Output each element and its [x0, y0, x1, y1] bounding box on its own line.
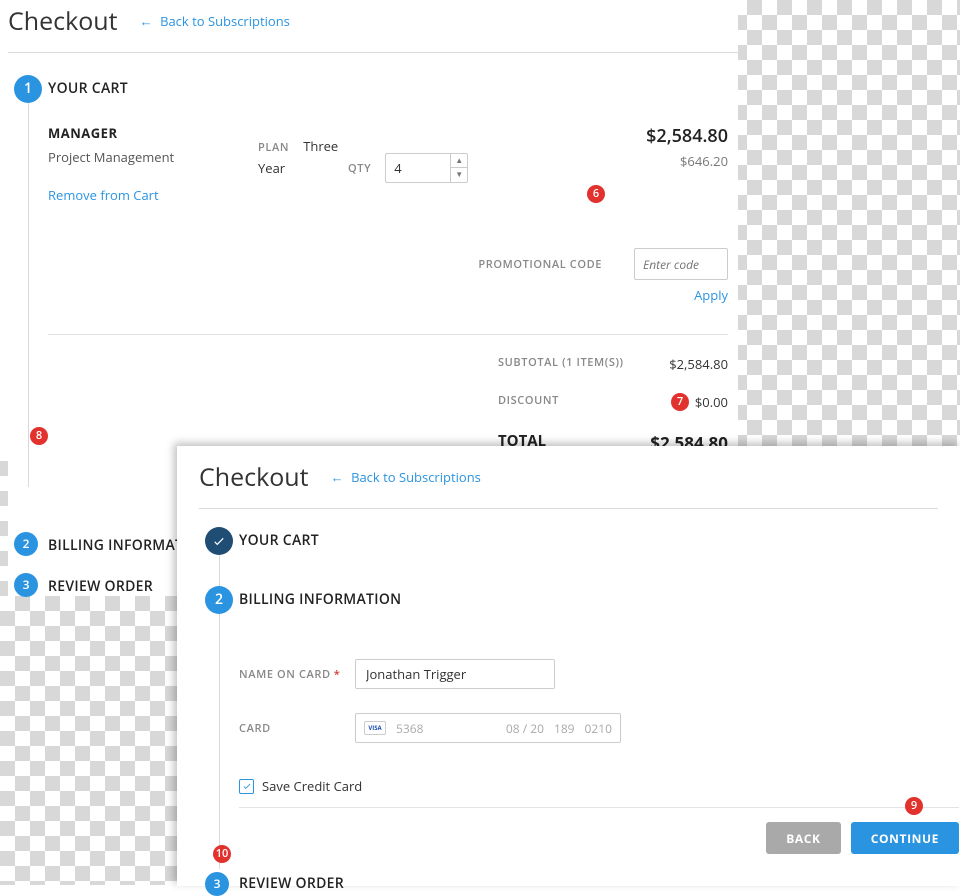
card-zip: 0210: [585, 720, 612, 737]
back-to-subscriptions-link[interactable]: ← Back to Subscriptions: [140, 12, 290, 30]
step-title-cart: YOUR CART: [239, 531, 938, 550]
step-title-review: REVIEW ORDER: [239, 874, 938, 893]
save-card-checkbox[interactable]: [239, 779, 254, 794]
step-badge-1: 1: [14, 75, 42, 103]
remove-from-cart-link[interactable]: Remove from Cart: [48, 186, 258, 204]
product-name: MANAGER: [48, 124, 258, 142]
qty-label: QTY: [348, 161, 371, 176]
check-icon: [212, 534, 226, 548]
annotation-badge-7: 7: [671, 393, 689, 411]
qty-down-icon[interactable]: ▼: [451, 168, 467, 182]
page-title: Checkout: [199, 460, 309, 494]
annotation-badge-9: 9: [905, 797, 923, 815]
back-link-text: Back to Subscriptions: [160, 12, 290, 30]
step-connector-line: [28, 87, 29, 487]
name-on-card-label: NAME ON CARD*: [239, 667, 355, 682]
header-divider: [199, 508, 938, 509]
checkout-panel-billing: Checkout ← Back to Subscriptions YOUR CA…: [177, 446, 960, 886]
step-badge-3: 3: [205, 872, 229, 896]
card-number-fragment: 5368: [396, 720, 423, 737]
continue-button[interactable]: CONTINUE: [851, 822, 959, 854]
card-number-input[interactable]: VISA 5368 08 / 20 189 0210: [355, 713, 621, 743]
save-card-label: Save Credit Card: [262, 777, 362, 795]
step-badge-check: [205, 527, 233, 555]
back-to-subscriptions-link[interactable]: ← Back to Subscriptions: [331, 468, 481, 486]
arrow-left-icon: ←: [140, 12, 153, 30]
unit-price: $646.20: [508, 152, 728, 170]
cart-line-item: MANAGER Project Management Remove from C…: [48, 124, 728, 204]
promo-apply-link[interactable]: Apply: [694, 286, 728, 304]
subtotal-label: SUBTOTAL (1 ITEM(S)): [48, 355, 624, 373]
promo-label: PROMOTIONAL CODE: [478, 257, 602, 272]
qty-input[interactable]: [385, 153, 451, 183]
quantity-stepper[interactable]: ▲ ▼: [451, 153, 468, 183]
name-on-card-input[interactable]: [355, 659, 555, 689]
card-label: CARD: [239, 721, 355, 736]
subtotal-value: $2,584.80: [669, 355, 728, 373]
visa-icon: VISA: [364, 721, 386, 735]
transparency-bg-right: [732, 0, 960, 447]
header-divider: [8, 52, 738, 53]
back-link-text: Back to Subscriptions: [351, 468, 481, 486]
plan-label: PLAN: [258, 140, 289, 155]
page-title: Checkout: [8, 4, 118, 38]
check-icon: [242, 781, 252, 791]
promo-code-input[interactable]: [634, 248, 728, 280]
annotation-badge-10: 10: [213, 845, 231, 863]
step-title-billing: BILLING INFORMATION: [239, 590, 938, 609]
discount-label: DISCOUNT: [48, 393, 559, 411]
qty-up-icon[interactable]: ▲: [451, 154, 467, 168]
arrow-left-icon: ←: [331, 468, 344, 486]
billing-divider: [239, 807, 959, 808]
required-asterisk: *: [334, 667, 341, 682]
step-badge-2: 2: [205, 586, 233, 614]
totals-divider: [48, 334, 728, 335]
discount-value: $0.00: [695, 393, 728, 411]
step-badge-3: 3: [14, 573, 38, 597]
card-expiry: 08 / 20: [506, 720, 544, 737]
product-subtitle: Project Management: [48, 148, 258, 166]
annotation-badge-6: 6: [587, 185, 605, 203]
step-title-cart: YOUR CART: [48, 79, 738, 98]
card-cvc: 189: [554, 720, 575, 737]
back-button[interactable]: BACK: [766, 822, 840, 854]
annotation-badge-8: 8: [30, 427, 48, 445]
line-total: $2,584.80: [508, 124, 728, 148]
step-badge-2: 2: [14, 532, 38, 556]
